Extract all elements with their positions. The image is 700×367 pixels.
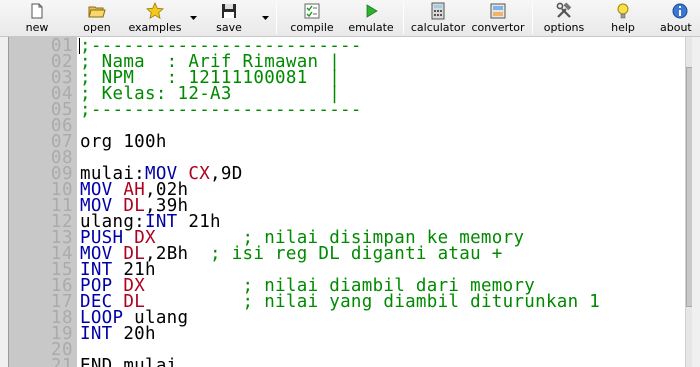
examples-label: examples xyxy=(128,21,182,34)
code-text-area[interactable]: ;-------------------------; Nama : Arif … xyxy=(78,37,682,367)
line-number-gutter: 01 02 03 04 05 06 07 08 09 10 11 12 13 14 15 16 17 18 19 20… xyxy=(9,37,77,367)
new-file-icon xyxy=(31,3,43,19)
calculator-button[interactable]: calculator xyxy=(408,0,468,36)
play-icon xyxy=(366,4,378,18)
emulate-button[interactable]: emulate xyxy=(344,0,398,36)
code-line: INT 20h xyxy=(80,324,156,344)
help-label: help xyxy=(611,21,635,34)
code-token: org 100h xyxy=(80,132,167,152)
examples-dropdown-arrow-icon[interactable] xyxy=(190,14,197,21)
new-button[interactable]: new xyxy=(14,0,60,36)
calculator-icon xyxy=(431,2,445,20)
info-icon xyxy=(672,3,688,19)
emulate-label: emulate xyxy=(348,21,394,34)
toolbar-separator xyxy=(403,3,404,34)
save-button[interactable]: save xyxy=(206,0,252,36)
code-token: END mulai xyxy=(80,356,178,367)
checklist-icon xyxy=(304,3,320,19)
open-label: open xyxy=(83,21,111,34)
scrollbar-thumb[interactable] xyxy=(686,67,692,307)
code-line: org 100h xyxy=(80,132,167,152)
instruction-token: INT xyxy=(80,324,113,344)
new-label: new xyxy=(25,21,49,34)
code-editor[interactable]: 01 02 03 04 05 06 07 08 09 10 11 12 13 14 15 16 17 18 19 20… xyxy=(8,37,692,367)
about-label: about xyxy=(660,21,692,34)
code-line: END mulai xyxy=(80,356,178,367)
examples-button[interactable]: examples xyxy=(126,0,184,36)
save-label: save xyxy=(216,21,242,34)
comment-token: ; isi reg DL diganti atau + xyxy=(210,244,503,264)
open-folder-icon xyxy=(88,6,106,18)
convertor-label: convertor xyxy=(471,21,525,34)
tools-icon xyxy=(556,2,572,18)
help-button[interactable]: help xyxy=(598,0,648,36)
star-icon xyxy=(146,2,164,20)
about-button[interactable]: about xyxy=(655,0,700,36)
vertical-scrollbar[interactable] xyxy=(685,37,692,367)
save-dropdown-arrow-icon[interactable] xyxy=(262,14,269,21)
floppy-disk-icon xyxy=(222,4,236,18)
convertor-button[interactable]: convertor xyxy=(468,0,528,36)
register-token: CX xyxy=(188,164,211,184)
comment-token: ; nilai yang diambil diturunkan 1 xyxy=(145,292,601,312)
toolbar-separator xyxy=(276,3,277,34)
options-button[interactable]: options xyxy=(538,0,590,36)
compile-label: compile xyxy=(290,21,334,34)
toolbar-separator xyxy=(532,3,533,34)
lightbulb-icon xyxy=(617,3,629,19)
compile-button[interactable]: compile xyxy=(286,0,338,36)
convertor-icon xyxy=(490,3,506,19)
line-number: 21 xyxy=(50,356,73,367)
toolbar: new open examples save compile emulate c… xyxy=(0,0,700,37)
open-button[interactable]: open xyxy=(74,0,120,36)
calculator-label: calculator xyxy=(410,21,466,34)
comment-token: ;------------------------- xyxy=(80,100,362,120)
options-label: options xyxy=(543,21,585,34)
code-token: ,9D xyxy=(210,164,243,184)
code-line: ;------------------------- xyxy=(80,100,362,120)
code-token: 20h xyxy=(112,324,156,344)
